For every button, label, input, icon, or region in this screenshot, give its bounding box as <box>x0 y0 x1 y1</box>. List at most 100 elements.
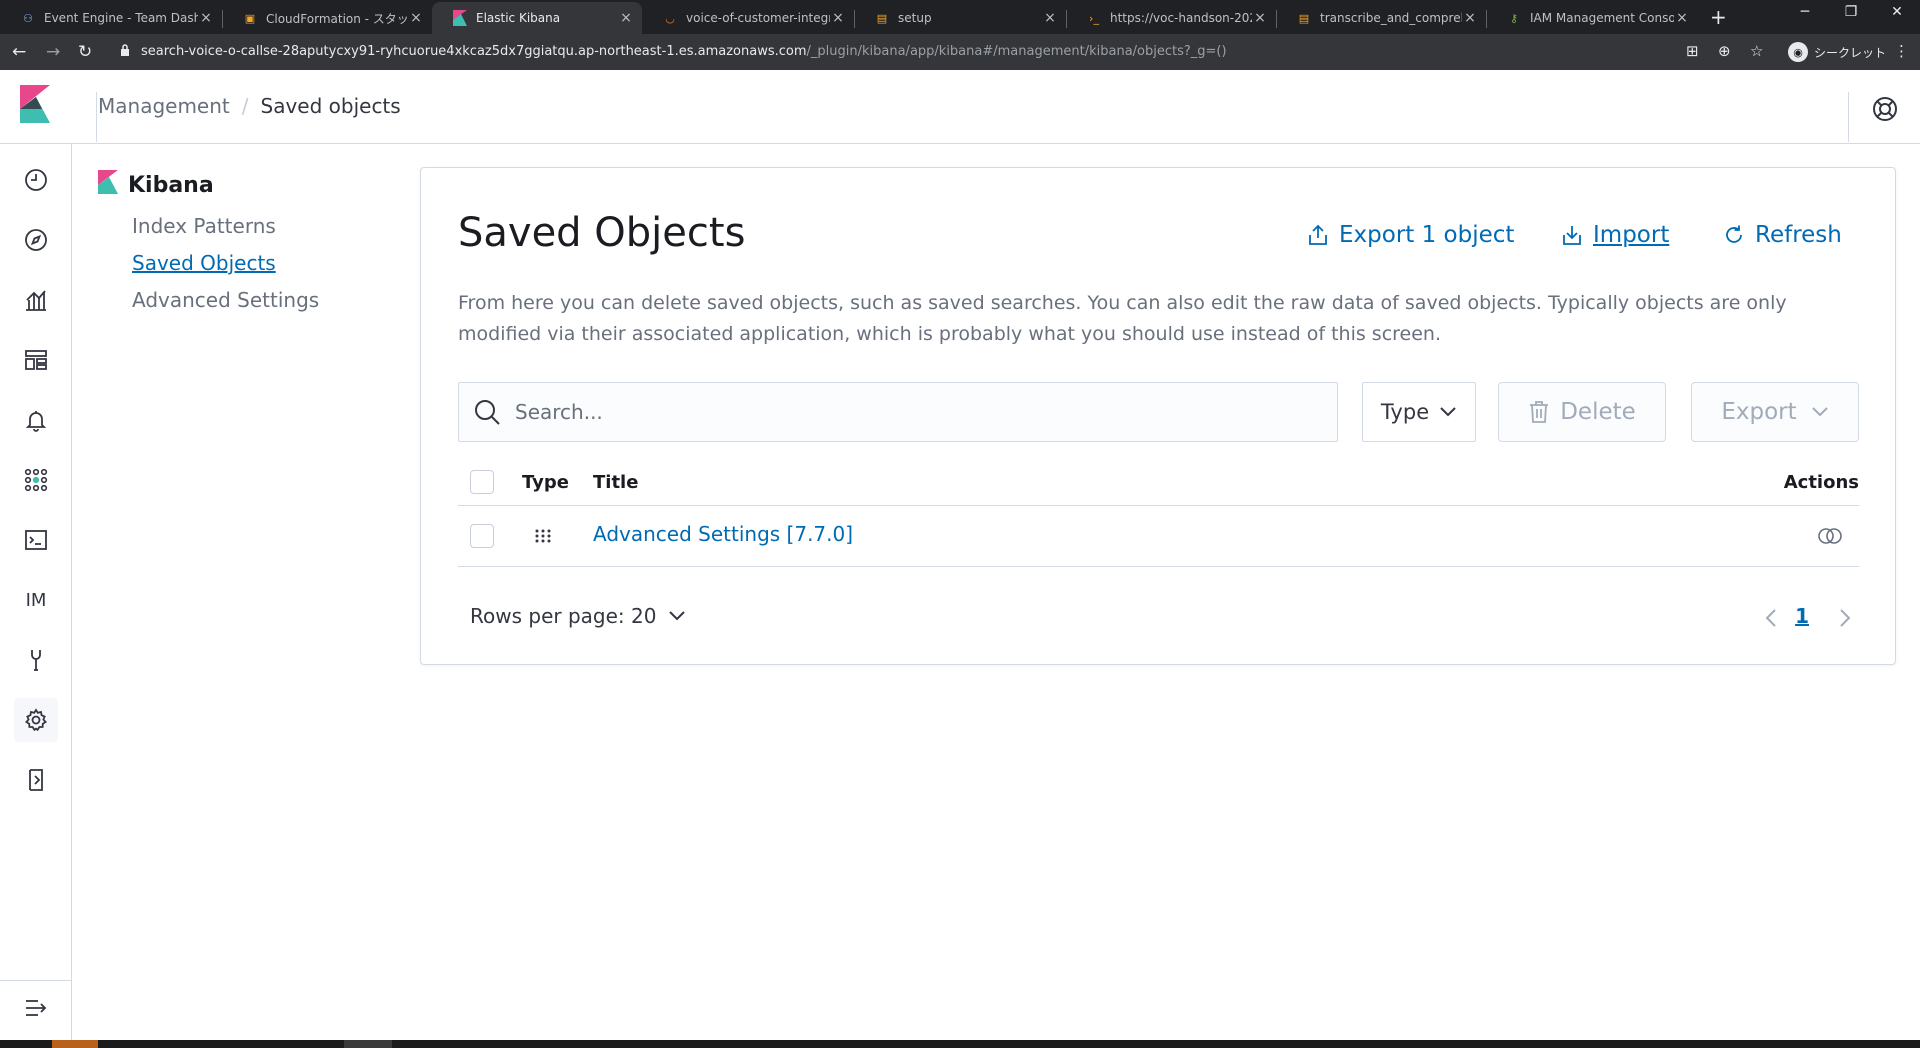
visualize-icon[interactable] <box>14 278 58 322</box>
column-header-type[interactable]: Type <box>522 472 569 493</box>
breadcrumb-current: Saved objects <box>260 94 401 118</box>
column-header-title[interactable]: Title <box>593 472 638 493</box>
compass-icon[interactable] <box>14 218 58 262</box>
breadcrumb-management[interactable]: Management <box>98 94 230 118</box>
type-filter-button[interactable]: Type <box>1362 382 1476 442</box>
incognito-profile[interactable]: ◉ シークレット <box>1788 42 1886 62</box>
table-header: Type Title Actions <box>458 458 1859 506</box>
previous-page-icon[interactable] <box>1765 608 1777 632</box>
taskbar-item[interactable] <box>52 1040 98 1048</box>
saved-objects-panel: Saved Objects Export 1 object Import Ref… <box>420 167 1896 665</box>
close-tab-icon[interactable]: × <box>198 10 214 26</box>
grid-dots-icon[interactable] <box>14 458 58 502</box>
chevron-down-icon <box>1440 407 1456 417</box>
kibana-icon <box>452 10 468 26</box>
gear-icon[interactable] <box>14 698 58 742</box>
refresh-icon <box>1726 225 1742 243</box>
browser-tab[interactable]: ▤ transcribe_and_comprehend × <box>1276 2 1486 34</box>
next-page-icon[interactable] <box>1839 608 1851 632</box>
zoom-icon[interactable]: ⊕ <box>1718 42 1731 60</box>
kibana-logo-small <box>98 170 118 200</box>
refresh-button[interactable]: Refresh <box>1723 222 1842 248</box>
exit-icon[interactable] <box>14 758 58 802</box>
kibana-logo[interactable] <box>20 85 50 127</box>
bookmark-star-icon[interactable]: ☆ <box>1750 42 1763 60</box>
search-icon <box>475 400 500 425</box>
url-field[interactable]: search-voice-o-callse-28aputycxy91-ryhcu… <box>141 44 1227 59</box>
management-subnav: Kibana Index Patterns Saved Objects Adva… <box>98 170 398 319</box>
table-row: Advanced Settings [7.7.0] <box>458 506 1859 567</box>
browser-tab[interactable]: ⚇ Event Engine - Team Dashb × <box>0 2 222 34</box>
import-icon <box>1563 226 1581 245</box>
subnav-title: Kibana <box>98 170 398 200</box>
back-icon[interactable]: ← <box>12 42 26 62</box>
minimize-icon[interactable]: ─ <box>1782 4 1828 20</box>
delete-button[interactable]: Delete <box>1498 382 1666 442</box>
restore-icon[interactable]: ❐ <box>1828 4 1874 20</box>
close-tab-icon[interactable]: × <box>1252 10 1268 26</box>
browser-tab[interactable]: ▤ setup × <box>854 2 1066 34</box>
bell-icon[interactable] <box>14 398 58 442</box>
new-tab-icon[interactable]: + <box>1710 5 1727 29</box>
browser-tab-active[interactable]: Elastic Kibana × <box>432 2 642 34</box>
help-icon[interactable] <box>1872 96 1898 126</box>
select-all-checkbox[interactable] <box>470 470 494 494</box>
window-close-icon[interactable]: ✕ <box>1874 4 1920 20</box>
header-divider <box>96 92 97 142</box>
close-tab-icon[interactable]: × <box>1674 10 1690 26</box>
forward-icon[interactable]: → <box>46 42 60 62</box>
im-text-icon[interactable]: IM <box>14 578 58 622</box>
export-all-button[interactable]: Export 1 object <box>1307 222 1514 248</box>
wrench-icon[interactable] <box>14 638 58 682</box>
table-pagination: Rows per page: 20 1 <box>458 598 1859 638</box>
column-header-actions: Actions <box>1783 472 1859 493</box>
subnav-index-patterns[interactable]: Index Patterns <box>132 208 398 245</box>
clock-icon[interactable] <box>14 158 58 202</box>
close-tab-icon[interactable]: × <box>1042 10 1058 26</box>
side-nav-divider <box>0 980 72 981</box>
reload-icon[interactable]: ↻ <box>78 42 92 62</box>
saved-object-title-link[interactable]: Advanced Settings [7.7.0] <box>593 522 853 546</box>
notebook-icon: ▤ <box>876 11 888 25</box>
incognito-icon: ◉ <box>1788 42 1808 62</box>
search-field[interactable] <box>458 382 1338 442</box>
relationships-icon[interactable] <box>1817 527 1843 549</box>
subnav-saved-objects[interactable]: Saved Objects <box>132 245 398 282</box>
browser-tab[interactable]: ▣ CloudFormation - スタック vo × <box>222 2 432 34</box>
translate-icon[interactable]: ⊞ <box>1686 42 1699 60</box>
browser-tab[interactable]: ›_ https://voc-handson-20201 × <box>1066 2 1276 34</box>
dashboard-icon[interactable] <box>14 338 58 382</box>
advanced-settings-icon <box>535 528 551 548</box>
iam-icon: ⚷ <box>1509 11 1519 25</box>
close-tab-icon[interactable]: × <box>408 10 424 26</box>
trash-icon <box>1530 401 1549 423</box>
browser-tab[interactable]: ⚷ IAM Management Console × <box>1486 2 1698 34</box>
console-icon[interactable] <box>14 518 58 562</box>
export-selected-button[interactable]: Export <box>1691 382 1859 442</box>
row-checkbox[interactable] <box>470 524 494 548</box>
search-input[interactable] <box>515 400 1315 424</box>
close-tab-icon[interactable]: × <box>830 10 846 26</box>
breadcrumb-separator: / <box>241 94 249 118</box>
menu-collapse-icon[interactable] <box>14 986 58 1030</box>
kibana-header: Management / Saved objects <box>0 70 1920 144</box>
import-button[interactable]: Import <box>1561 222 1669 248</box>
terminal-icon: ›_ <box>1089 11 1099 25</box>
browser-menu-icon[interactable]: ⋮ <box>1894 42 1909 60</box>
subnav-advanced-settings[interactable]: Advanced Settings <box>132 282 398 319</box>
chevron-down-icon <box>1811 407 1828 417</box>
lock-icon <box>120 44 130 59</box>
close-tab-icon[interactable]: × <box>1462 10 1478 26</box>
aws-event-engine-icon: ⚇ <box>23 11 33 25</box>
taskbar-item[interactable] <box>344 1040 392 1048</box>
aws-cloudformation-icon: ▣ <box>244 11 256 25</box>
breadcrumb: Management / Saved objects <box>98 94 401 118</box>
page-number-button[interactable]: 1 <box>1795 604 1809 628</box>
side-nav: IM <box>0 144 72 1040</box>
page-description: From here you can delete saved objects, … <box>458 292 1787 345</box>
close-tab-icon[interactable]: × <box>618 10 634 26</box>
export-icon <box>1309 224 1327 245</box>
rows-per-page-button[interactable]: Rows per page: 20 <box>470 604 686 628</box>
browser-tab[interactable]: ◡ voice-of-customer-integrati × <box>642 2 854 34</box>
page-title: Saved Objects <box>458 210 746 256</box>
